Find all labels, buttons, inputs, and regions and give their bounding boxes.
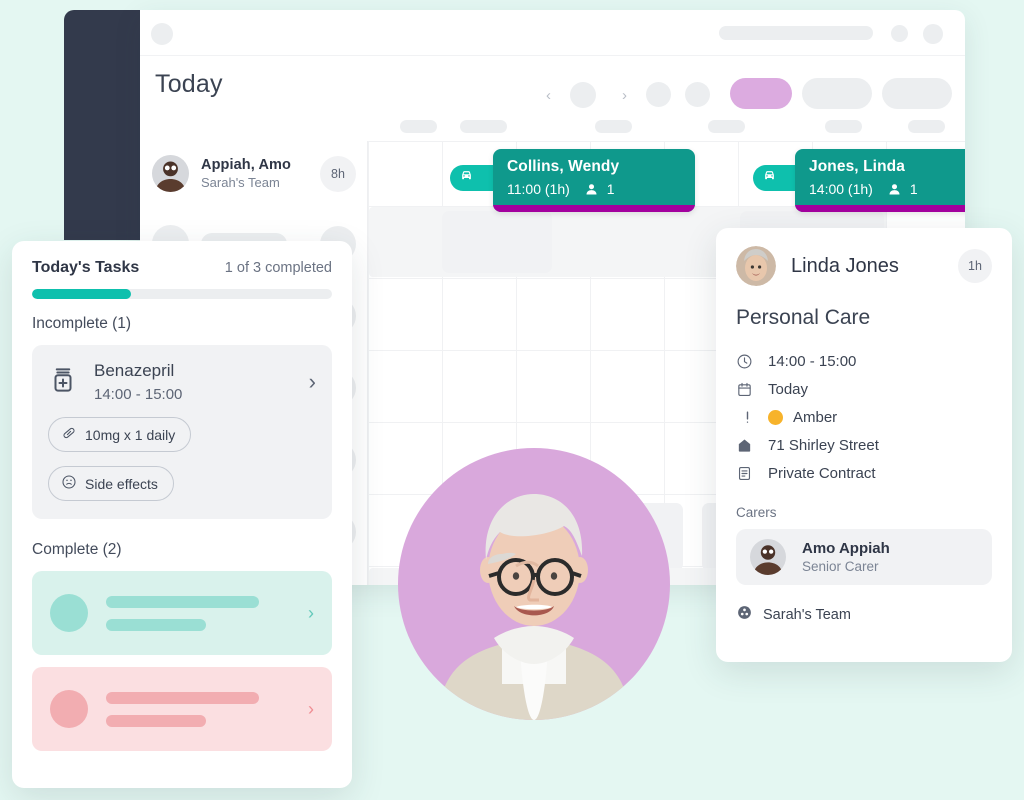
carer-role: Senior Carer [802,559,879,574]
task-item-benazepril[interactable]: Benazepril 14:00 - 15:00 › 10mg x 1 dail… [32,345,332,519]
carer-name: Amo Appiah [802,540,890,557]
visit-type: Personal Care [736,306,871,329]
sad-face-icon [61,474,77,493]
appointment-status-strip [493,205,695,212]
task-time: 14:00 - 15:00 [94,386,183,403]
carer-name: Appiah, Amo [201,157,291,173]
detail-time-row: 14:00 - 15:00 [736,347,992,375]
column-header-chip [825,120,862,133]
avatar [50,594,88,632]
avatar [50,690,88,728]
avatar[interactable] [923,24,943,44]
car-icon [459,168,474,188]
detail-time-value: 14:00 - 15:00 [768,352,857,370]
column-header-chip [400,120,437,133]
carers-label: Carers [736,505,777,520]
column-header-chip [460,120,507,133]
appointment-card[interactable]: Jones, Linda 14:00 (1h) 1 [795,149,965,212]
toolbar-icon-button-2[interactable] [685,82,710,107]
table-row[interactable]: Appiah, Amo Sarah's Team 8h [140,141,368,206]
appointment-client: Collins, Wendy [507,158,620,175]
avatar [750,539,786,575]
next-day-button[interactable]: › [622,88,627,103]
home-icon [736,437,758,454]
notifications-icon[interactable] [891,25,908,42]
avatar [736,246,776,286]
chevron-right-icon[interactable]: › [308,603,314,624]
client-name: Linda Jones [791,254,899,277]
tasks-header: Today's Tasks 1 of 3 completed [32,259,332,277]
toolbar-filter-2[interactable] [802,78,872,109]
detail-header: Linda Jones 1h [736,246,992,286]
carer-list-item[interactable]: Amo Appiah Senior Carer [736,529,992,585]
detail-date-value: Today [768,380,809,398]
visit-detail-card: Linda Jones 1h Personal Care 14:00 - 15:… [716,228,1012,662]
appointment-time: 11:00 (1h) [507,181,570,197]
tasks-title: Today's Tasks [32,259,140,276]
calendar-icon [736,381,758,398]
client-photo [398,448,670,720]
appointment-people-count: 1 [909,181,918,197]
window-topbar [140,10,965,56]
complete-section-label: Complete (2) [32,541,122,558]
list-item[interactable]: › [32,667,332,751]
team-icon [736,604,763,625]
date-picker-button[interactable] [570,82,596,108]
detail-address-value: 71 Shirley Street [768,436,879,454]
severity-dot [768,409,783,425]
chevron-right-icon[interactable]: › [309,369,316,395]
side-effects-chip[interactable]: Side effects [48,466,174,501]
search-input[interactable] [719,26,873,40]
appointment-client: Jones, Linda [809,158,905,175]
appointment-status-strip [795,205,965,212]
detail-address-row: 71 Shirley Street [736,431,992,459]
task-name: Benazepril [94,361,175,380]
appointment-people-count: 1 [606,181,615,197]
toolbar-icon-button-1[interactable] [646,82,671,107]
document-icon [736,465,758,482]
visit-duration-badge: 1h [958,249,992,283]
team-row[interactable]: Sarah's Team [736,604,992,625]
pill-icon [61,425,77,444]
detail-date-row: Today [736,375,992,403]
tasks-progress-bar [32,289,332,299]
hours-badge: 8h [320,155,356,192]
screen: Today ‹ › Appiah, Amo Sarah's Team 8h Co… [0,0,1024,800]
tasks-progress-fill [32,289,131,299]
avatar [152,155,189,192]
prev-day-button[interactable]: ‹ [546,88,551,103]
list-item[interactable]: › [32,571,332,655]
calendar-toolbar: ‹ › [140,73,965,113]
app-sidebar [64,10,149,240]
detail-contract-value: Private Contract [768,464,876,482]
clock-icon [736,353,758,370]
alert-icon [736,409,758,426]
person-icon [584,182,599,197]
toolbar-filter-3[interactable] [882,78,952,109]
column-header-chip [908,120,945,133]
medication-icon [48,365,78,395]
detail-severity-row: Amber [736,403,992,431]
column-header-chip [595,120,632,133]
tasks-completed-count: 1 of 3 completed [224,260,332,276]
dosage-chip[interactable]: 10mg x 1 daily [48,417,192,452]
visit-details-list: 14:00 - 15:00 Today Amber 71 Shirley Str… [736,347,992,487]
menu-toggle-icon[interactable] [151,23,173,45]
column-header-chip [708,120,745,133]
column-headers [140,120,965,136]
dosage-label: 10mg x 1 daily [85,426,176,443]
team-label: Sarah's Team [763,606,851,623]
detail-contract-row: Private Contract [736,459,992,487]
chevron-right-icon[interactable]: › [308,699,314,720]
toolbar-active-filter[interactable] [730,78,792,109]
todays-tasks-card: Today's Tasks 1 of 3 completed Incomplet… [12,241,352,788]
side-effects-label: Side effects [85,475,158,492]
carer-team: Sarah's Team [201,175,280,190]
appointment-time: 14:00 (1h) [809,181,873,197]
detail-severity-value: Amber [793,408,838,426]
car-icon [762,168,777,188]
appointment-card[interactable]: Collins, Wendy 11:00 (1h) 1 [493,149,695,212]
person-icon [887,182,902,197]
incomplete-section-label: Incomplete (1) [32,315,132,332]
